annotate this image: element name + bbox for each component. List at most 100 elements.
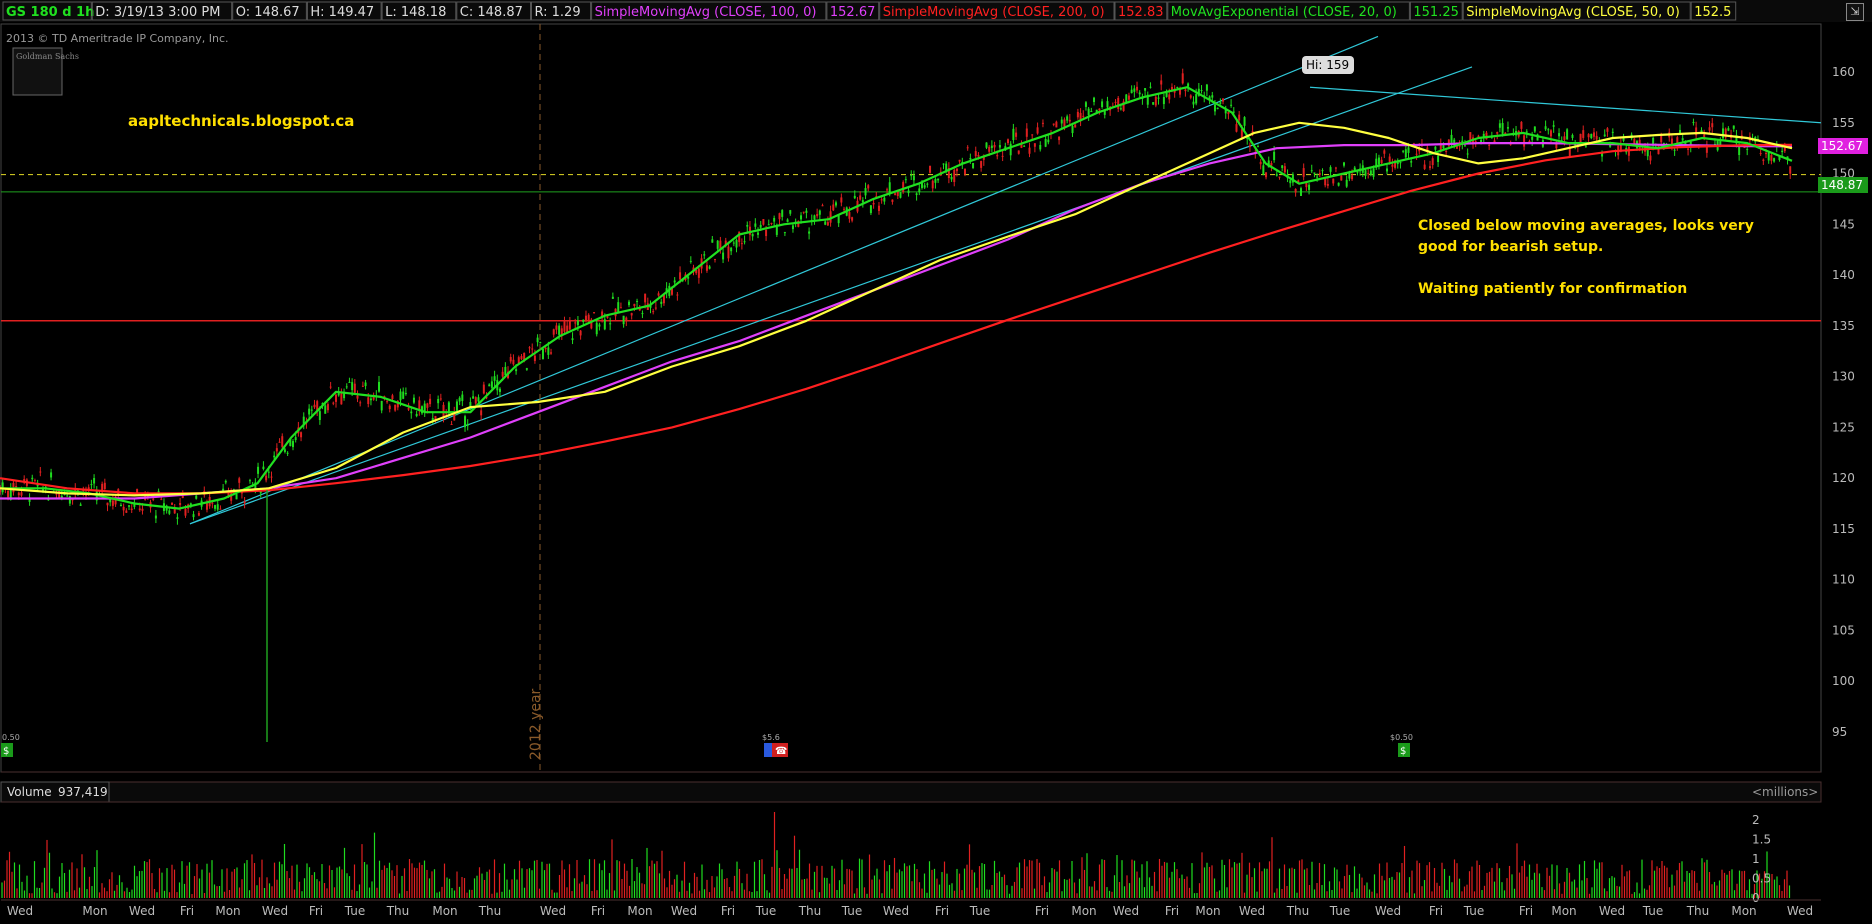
candle-body — [1399, 162, 1402, 164]
candle-body — [1404, 149, 1407, 158]
candle-body — [1498, 123, 1501, 128]
candle-body — [783, 232, 786, 234]
candle-body — [348, 381, 351, 383]
candle-body — [1009, 143, 1012, 156]
candle-body — [1687, 148, 1690, 150]
candle-body — [168, 510, 171, 514]
candle-body — [818, 210, 821, 215]
candle-body — [361, 385, 364, 387]
volume-label: Volume — [7, 785, 52, 799]
x-tick-label: Tue — [1329, 904, 1351, 918]
price-axis: 9510010511011512012513013514014515015516… — [1832, 65, 1855, 739]
candle-body — [1181, 73, 1184, 84]
candle-body — [184, 508, 187, 516]
lower-channel-line — [189, 66, 1473, 525]
candle-body — [988, 146, 991, 152]
candle-body — [689, 260, 692, 262]
volume-tick-label: 2 — [1752, 813, 1760, 827]
candle-body — [1348, 173, 1351, 179]
candle-body — [1066, 116, 1069, 121]
candle-body — [1523, 135, 1526, 147]
candle-body — [1127, 95, 1130, 100]
candle-body — [388, 405, 391, 410]
candle-body — [1076, 111, 1079, 118]
low-field: L: 148.18 — [385, 5, 446, 20]
candle-body — [627, 301, 630, 306]
candle-body — [1138, 92, 1141, 95]
candle-body — [1299, 188, 1302, 196]
candle-body — [1539, 131, 1542, 133]
candle-body — [1611, 131, 1614, 133]
candle-body — [1356, 171, 1359, 173]
candle-body — [998, 145, 1001, 148]
candle-body — [50, 472, 53, 478]
candle-body — [528, 347, 531, 349]
candle-body — [1700, 130, 1703, 132]
candle-body — [1130, 89, 1133, 94]
candle-body — [622, 315, 625, 325]
candle-body — [1275, 174, 1278, 176]
candle-body — [864, 188, 867, 196]
candle-body — [1259, 161, 1262, 165]
candle-body — [950, 176, 953, 180]
candle-body — [329, 386, 332, 388]
candle-body — [1789, 166, 1792, 174]
candle-body — [20, 492, 23, 496]
candle-body — [533, 355, 536, 361]
y-tick-label: 125 — [1832, 420, 1855, 434]
candle-body — [1402, 150, 1405, 152]
candle-body — [1098, 108, 1101, 111]
candle-body — [257, 466, 260, 474]
candle-body — [1590, 133, 1593, 139]
study-label-2: MovAvgExponential (CLOSE, 20, 0) — [1171, 5, 1397, 20]
x-tick-label: Thu — [798, 904, 822, 918]
candle-body — [619, 307, 622, 309]
x-tick-label: Mon — [1071, 904, 1096, 918]
candle-body — [224, 480, 227, 483]
candle-body — [791, 225, 794, 230]
candle-body — [1222, 98, 1225, 102]
candle-body — [407, 408, 410, 410]
candle-body — [1039, 144, 1042, 150]
candle-body — [1200, 90, 1203, 92]
candle-body — [980, 161, 983, 168]
candle-body — [985, 142, 988, 148]
candle-body — [657, 293, 660, 296]
candle-body — [837, 215, 840, 224]
candle-body — [1321, 170, 1324, 172]
candle-body — [848, 212, 851, 219]
candle-body — [934, 179, 937, 183]
x-tick-label: Fri — [1165, 904, 1179, 918]
candle-body — [1308, 184, 1311, 190]
candle-body — [1162, 97, 1165, 105]
candle-body — [324, 405, 327, 414]
candle-body — [636, 300, 639, 302]
x-tick-label: Mon — [1195, 904, 1220, 918]
candle-body — [192, 514, 195, 518]
study-value-2: 151.25 — [1413, 5, 1459, 20]
volume-tick-label: 1 — [1752, 852, 1760, 866]
close-icon[interactable]: ⇲ — [1846, 3, 1864, 21]
candle-body — [765, 229, 768, 237]
candle-body — [281, 436, 284, 447]
candle-body — [754, 223, 757, 227]
candle-body — [1673, 149, 1676, 151]
candle-body — [33, 480, 36, 482]
candle-body — [740, 243, 743, 245]
candle-body — [582, 319, 585, 322]
candle-body — [429, 398, 432, 405]
svg-text:☎: ☎ — [775, 746, 787, 757]
candle-body — [1157, 97, 1160, 99]
candle-body — [644, 293, 647, 303]
candle-body — [606, 316, 609, 318]
dividend-label-2: $5.6 — [762, 733, 780, 742]
candle-body — [1528, 140, 1531, 143]
candle-body — [1595, 135, 1598, 140]
candle-body — [1727, 128, 1730, 131]
candle-body — [1160, 80, 1163, 85]
candle-body — [442, 404, 445, 417]
candle-body — [474, 397, 477, 404]
candle-body — [579, 330, 582, 336]
candle-body — [1429, 166, 1432, 169]
candle-body — [1028, 147, 1031, 154]
